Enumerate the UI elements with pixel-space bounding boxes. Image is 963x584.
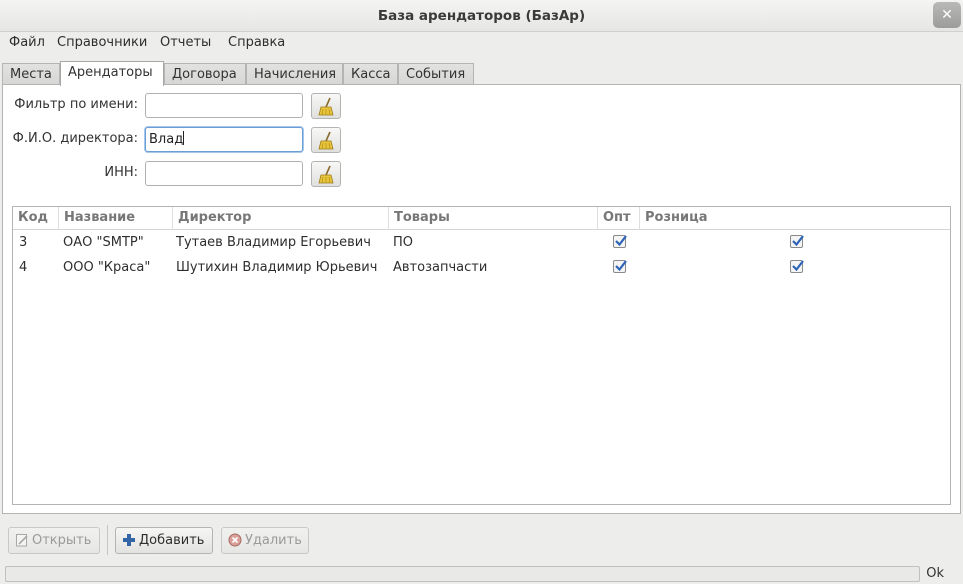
retail-checkbox[interactable] bbox=[790, 235, 804, 248]
tab-contracts[interactable]: Договора bbox=[164, 63, 246, 86]
tab-places[interactable]: Места bbox=[2, 63, 60, 86]
name-filter-input[interactable] bbox=[145, 93, 303, 118]
checkmark-icon bbox=[615, 235, 627, 247]
table-header: Код Название Директор Товары Опт Розница bbox=[13, 207, 950, 230]
director-filter-label: Ф.И.О. директора: bbox=[12, 131, 138, 146]
edit-document-icon bbox=[16, 534, 28, 547]
retail-checkbox[interactable] bbox=[790, 260, 804, 273]
action-toolbar: Открыть Добавить Удалить bbox=[0, 515, 963, 565]
column-header-retail[interactable]: Розница bbox=[639, 207, 950, 230]
director-filter-value: Влад bbox=[149, 132, 184, 147]
checkmark-icon bbox=[615, 260, 627, 272]
cell-director: Шутихин Владимир Юрьевич bbox=[176, 260, 378, 275]
delete-button-label: Удалить bbox=[245, 533, 302, 548]
column-header-director[interactable]: Директор bbox=[172, 207, 388, 230]
toolbar-separator bbox=[107, 525, 108, 555]
cell-director: Тутаев Владимир Егорьевич bbox=[176, 235, 371, 250]
delete-button[interactable]: Удалить bbox=[221, 527, 309, 554]
cell-code: 3 bbox=[19, 235, 28, 250]
wholesale-checkbox[interactable] bbox=[613, 235, 627, 248]
menu-help[interactable]: Справка bbox=[228, 35, 285, 50]
text-cursor bbox=[183, 131, 185, 145]
clear-name-filter-button[interactable] bbox=[311, 93, 341, 119]
cell-goods: Автозапчасти bbox=[393, 260, 488, 275]
status-message-field bbox=[5, 566, 920, 582]
tab-events[interactable]: События bbox=[398, 63, 474, 86]
menu-directories[interactable]: Справочники bbox=[57, 35, 147, 50]
open-button[interactable]: Открыть bbox=[8, 527, 100, 554]
close-icon: ✕ bbox=[941, 7, 953, 23]
column-header-wholesale[interactable]: Опт bbox=[597, 207, 639, 230]
director-filter-input[interactable]: Влад bbox=[145, 127, 303, 152]
menu-bar: Файл Справочники Отчеты Справка bbox=[0, 32, 963, 58]
clear-inn-filter-button[interactable] bbox=[311, 161, 341, 187]
inn-filter-label: ИНН: bbox=[104, 165, 138, 180]
clear-director-filter-button[interactable] bbox=[311, 127, 341, 153]
cell-name: ООО "Краса" bbox=[63, 260, 151, 275]
status-text: Ok bbox=[926, 566, 944, 581]
cell-goods: ПО bbox=[393, 235, 414, 250]
broom-icon bbox=[318, 131, 334, 150]
add-button[interactable]: Добавить bbox=[115, 527, 213, 554]
plus-icon bbox=[123, 534, 135, 546]
tab-tenants[interactable]: Арендаторы bbox=[60, 61, 164, 86]
checkmark-icon bbox=[792, 260, 804, 272]
window-title: База арендаторов (БазАр) bbox=[377, 8, 586, 24]
checkmark-icon bbox=[792, 235, 804, 247]
column-header-name[interactable]: Название bbox=[58, 207, 172, 230]
tab-cashbox[interactable]: Касса bbox=[343, 63, 398, 86]
column-header-code[interactable]: Код bbox=[13, 207, 59, 230]
title-bar: База арендаторов (БазАр) ✕ bbox=[0, 0, 963, 32]
delete-icon bbox=[228, 533, 242, 547]
tenants-table[interactable]: Код Название Директор Товары Опт Розница… bbox=[12, 206, 951, 505]
menu-reports[interactable]: Отчеты bbox=[160, 35, 211, 50]
broom-icon bbox=[318, 97, 334, 116]
cell-name: ОАО "SMTP" bbox=[63, 235, 144, 250]
status-bar: Ok bbox=[0, 565, 963, 584]
cell-code: 4 bbox=[19, 260, 28, 275]
table-row[interactable]: 4 ООО "Краса" Шутихин Владимир Юрьевич А… bbox=[13, 255, 950, 280]
close-button[interactable]: ✕ bbox=[933, 2, 961, 28]
inn-filter-input[interactable] bbox=[145, 161, 303, 186]
menu-file[interactable]: Файл bbox=[9, 35, 45, 50]
column-header-goods[interactable]: Товары bbox=[388, 207, 597, 230]
add-button-label: Добавить bbox=[139, 533, 205, 548]
broom-icon bbox=[318, 165, 334, 184]
name-filter-label: Фильтр по имени: bbox=[14, 97, 138, 112]
wholesale-checkbox[interactable] bbox=[613, 260, 627, 273]
tab-charges[interactable]: Начисления bbox=[246, 63, 343, 86]
table-row[interactable]: 3 ОАО "SMTP" Тутаев Владимир Егорьевич П… bbox=[13, 230, 950, 255]
open-button-label: Открыть bbox=[32, 533, 92, 548]
